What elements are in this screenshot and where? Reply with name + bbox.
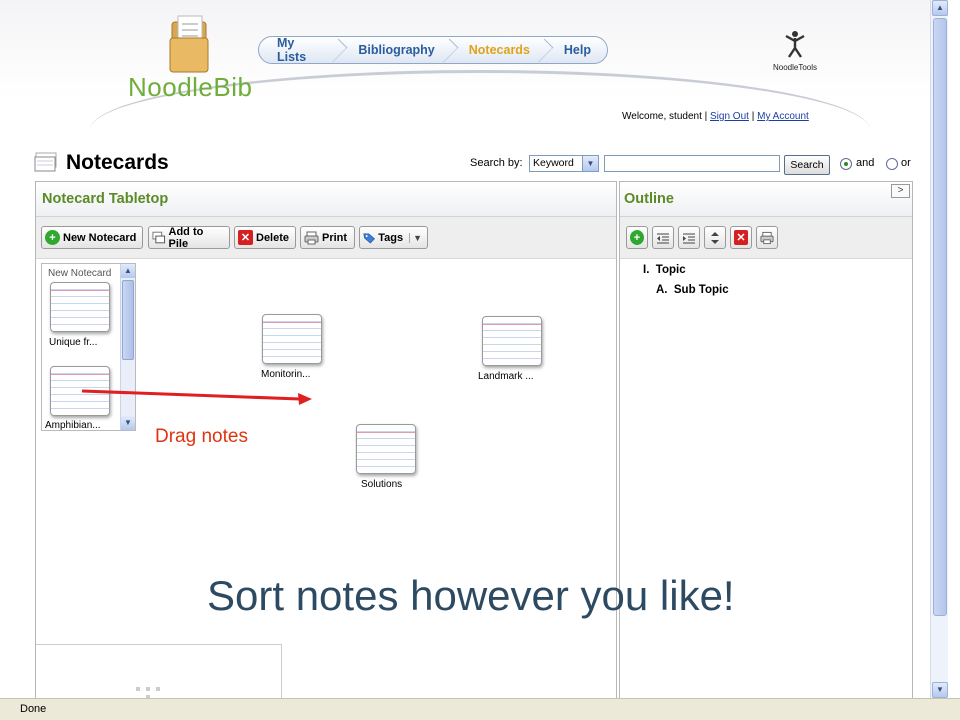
add-to-pile-button[interactable]: Add to Pile — [148, 225, 230, 250]
printer-icon — [304, 231, 319, 244]
notecard-label: Solutions — [361, 479, 403, 490]
nav-help[interactable]: Help — [546, 37, 607, 63]
tabletop-title: Notecard Tabletop — [36, 182, 616, 217]
delete-x-icon: ✕ — [734, 230, 748, 245]
notecard-tabletop-panel: Notecard Tabletop + New Notecard Add to … — [35, 181, 617, 701]
outline-print-button[interactable] — [756, 226, 778, 249]
scroll-thumb[interactable] — [122, 280, 134, 360]
tags-button[interactable]: Tags ▼ — [359, 226, 428, 249]
print-label: Print — [322, 231, 348, 244]
outline-outdent-button[interactable] — [652, 226, 674, 249]
nav-my-lists[interactable]: My Lists — [259, 37, 340, 63]
pile-drop-area[interactable] — [36, 644, 282, 700]
caption-annotation: Sort notes however you like! — [207, 572, 735, 619]
drag-notes-annotation: Drag notes — [155, 426, 248, 447]
outline-add-button[interactable]: + — [626, 226, 648, 249]
notecard-label: Amphibian... — [45, 420, 101, 431]
welcome-separator: | — [751, 111, 755, 122]
tabletop-toolbar: + New Notecard Add to Pile ✕ Delete Prin… — [36, 217, 616, 259]
outline-panel: Outline + ✕ — [619, 181, 913, 701]
window-scrollbar[interactable]: ▲ ▼ — [930, 0, 948, 698]
noodletools-label: NoodleTools — [772, 63, 818, 72]
notecard-unique[interactable] — [50, 282, 110, 332]
outline-node-number: I. — [643, 264, 650, 276]
pile-icon — [152, 231, 166, 243]
new-notecard-scrollbar[interactable]: ▲ ▼ — [120, 264, 135, 430]
outline-node-label: Topic — [655, 264, 686, 276]
notecard-landmark[interactable] — [482, 316, 542, 366]
new-notecard-list-title: New Notecard — [48, 268, 112, 279]
indent-icon — [683, 233, 695, 243]
printer-icon — [760, 231, 774, 244]
outline-collapse-button[interactable]: > — [891, 184, 910, 198]
new-notecard-button[interactable]: + New Notecard — [41, 226, 143, 249]
scroll-thumb[interactable] — [933, 18, 947, 616]
delete-x-icon: ✕ — [238, 230, 253, 245]
up-down-icon — [711, 231, 719, 244]
notecard-solutions[interactable] — [356, 424, 416, 474]
add-to-pile-label: Add to Pile — [168, 225, 204, 250]
app-logo[interactable]: NoodleBib — [128, 72, 252, 103]
new-notecard-label: New Notecard — [63, 231, 137, 244]
outdent-icon — [657, 233, 669, 243]
noodletools-figure-icon — [785, 31, 805, 58]
outline-node-topic[interactable]: I. Topic — [643, 264, 686, 276]
search-type-select[interactable]: Keyword ▼ — [529, 155, 599, 172]
outline-node-number: A. — [656, 284, 668, 296]
notecard-label: Landmark ... — [478, 371, 534, 382]
outline-indent-button[interactable] — [678, 226, 700, 249]
tag-icon — [363, 233, 376, 243]
welcome-bar: Welcome, student | Sign Out | My Account — [622, 111, 809, 122]
radio-or-label: or — [901, 157, 911, 169]
notecard-amphibian[interactable] — [50, 366, 110, 416]
outline-node-label: Sub Topic — [673, 284, 729, 296]
radio-or[interactable] — [886, 158, 898, 170]
noodletools-logo[interactable]: NoodleTools — [760, 30, 830, 72]
header: NoodleBib My Lists Bibliography Notecard… — [0, 0, 930, 140]
notecard-label: Unique fr... — [49, 337, 98, 348]
nav-notecards[interactable]: Notecards — [451, 37, 546, 63]
plus-icon: + — [630, 230, 644, 245]
folder-logo-icon — [169, 15, 209, 73]
outline-move-button[interactable] — [704, 226, 726, 249]
notecard-monitoring[interactable] — [262, 314, 322, 364]
search-button[interactable]: Search — [784, 155, 830, 175]
radio-and-label: and — [856, 157, 875, 169]
scroll-up-icon[interactable]: ▲ — [932, 0, 948, 16]
search-input[interactable] — [604, 155, 780, 172]
outline-toolbar: + ✕ — [620, 217, 912, 259]
radio-and[interactable] — [840, 158, 852, 170]
welcome-text: Welcome, student | — [622, 111, 708, 122]
notecard-label: Monitorin... — [261, 369, 311, 380]
outline-title: Outline — [620, 182, 912, 217]
outline-node-subtopic[interactable]: A. Sub Topic — [656, 284, 729, 296]
sign-out-link[interactable]: Sign Out — [710, 111, 749, 122]
search-type-value: Keyword — [533, 157, 574, 169]
chevron-down-icon: ▼ — [409, 232, 422, 243]
scroll-down-icon[interactable]: ▼ — [121, 416, 135, 430]
print-button[interactable]: Print — [300, 226, 355, 249]
nav-bibliography[interactable]: Bibliography — [340, 37, 450, 63]
outline-delete-button[interactable]: ✕ — [730, 226, 752, 249]
page-title: Notecards — [66, 151, 169, 174]
scroll-up-icon[interactable]: ▲ — [121, 264, 135, 278]
plus-icon: + — [45, 230, 60, 245]
my-account-link[interactable]: My Account — [757, 111, 809, 122]
main-nav: My Lists Bibliography Notecards Help — [258, 36, 608, 64]
delete-label: Delete — [256, 231, 290, 244]
delete-button[interactable]: ✕ Delete — [234, 226, 296, 249]
notecard-stack-icon — [34, 152, 57, 172]
status-text: Done — [20, 703, 47, 715]
tags-label: Tags — [378, 231, 404, 244]
status-bar: Done — [0, 698, 960, 720]
search-by-label: Search by: — [470, 157, 523, 169]
chevron-down-icon: ▼ — [582, 156, 598, 171]
scroll-down-icon[interactable]: ▼ — [932, 682, 948, 698]
